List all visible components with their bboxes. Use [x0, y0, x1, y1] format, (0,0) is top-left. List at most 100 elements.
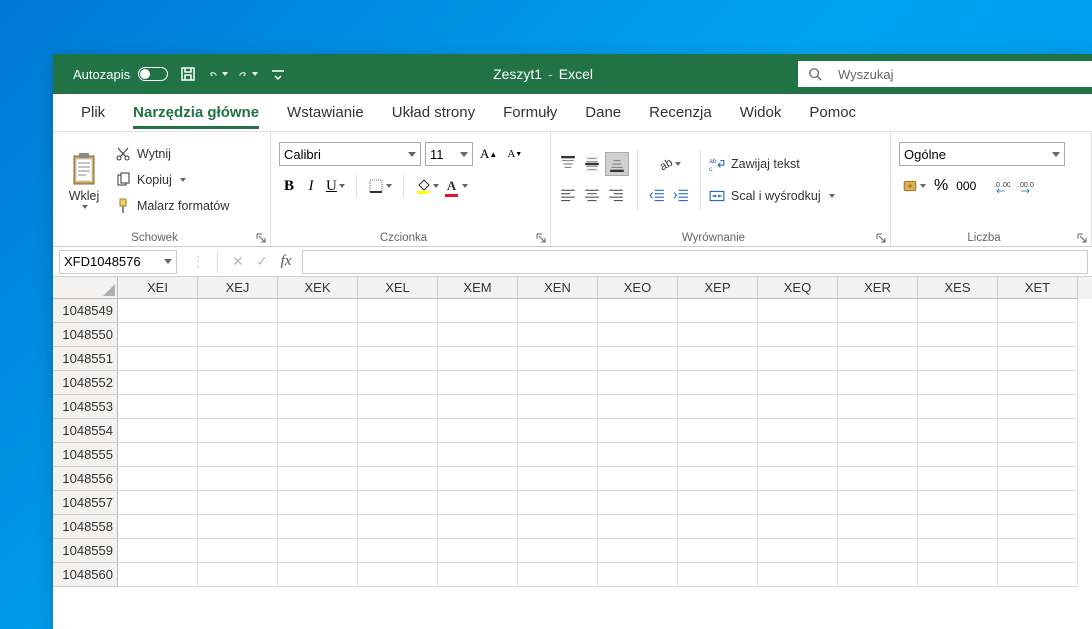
- name-box[interactable]: XFD1048576: [59, 250, 177, 274]
- increase-decimal-button[interactable]: .0.00: [991, 174, 1013, 198]
- bold-button[interactable]: B: [279, 174, 299, 198]
- cell[interactable]: [838, 395, 918, 419]
- cell[interactable]: [598, 443, 678, 467]
- cancel-formula-button[interactable]: ✕: [226, 250, 250, 274]
- cell[interactable]: [998, 371, 1078, 395]
- cell[interactable]: [598, 395, 678, 419]
- cell[interactable]: [118, 371, 198, 395]
- accounting-format-button[interactable]: [899, 174, 929, 198]
- column-header[interactable]: XEI: [118, 277, 198, 299]
- cell[interactable]: [278, 371, 358, 395]
- cell[interactable]: [358, 299, 438, 323]
- row-header[interactable]: 1048557: [53, 491, 118, 515]
- align-top-button[interactable]: [557, 152, 579, 176]
- font-launcher[interactable]: [536, 230, 548, 242]
- row-header[interactable]: 1048550: [53, 323, 118, 347]
- tab-view[interactable]: Widok: [726, 94, 796, 132]
- cell[interactable]: [918, 515, 998, 539]
- cell[interactable]: [598, 467, 678, 491]
- tab-data[interactable]: Dane: [571, 94, 635, 132]
- font-size-combo[interactable]: 11: [425, 142, 473, 166]
- font-name-combo[interactable]: Calibri: [279, 142, 421, 166]
- cell[interactable]: [118, 419, 198, 443]
- column-header[interactable]: XET: [998, 277, 1078, 299]
- cell[interactable]: [838, 515, 918, 539]
- cell[interactable]: [998, 515, 1078, 539]
- merge-center-button[interactable]: Scal i wyśrodkuj: [709, 184, 835, 208]
- cell[interactable]: [278, 563, 358, 587]
- undo-button[interactable]: [208, 64, 228, 84]
- tab-formulas[interactable]: Formuły: [489, 94, 571, 132]
- cell[interactable]: [998, 539, 1078, 563]
- paste-button[interactable]: Wklej: [59, 151, 109, 209]
- cell[interactable]: [278, 347, 358, 371]
- cell[interactable]: [998, 563, 1078, 587]
- cell[interactable]: [998, 467, 1078, 491]
- enter-formula-button[interactable]: ✓: [250, 250, 274, 274]
- cell[interactable]: [918, 467, 998, 491]
- cell[interactable]: [438, 467, 518, 491]
- cell[interactable]: [118, 563, 198, 587]
- cell[interactable]: [678, 419, 758, 443]
- align-bottom-button[interactable]: [605, 152, 629, 176]
- cell[interactable]: [918, 347, 998, 371]
- italic-button[interactable]: I: [301, 174, 321, 198]
- cell[interactable]: [518, 491, 598, 515]
- cell[interactable]: [358, 491, 438, 515]
- cell[interactable]: [918, 323, 998, 347]
- cell[interactable]: [438, 515, 518, 539]
- cell[interactable]: [598, 371, 678, 395]
- cell[interactable]: [358, 419, 438, 443]
- cell[interactable]: [838, 539, 918, 563]
- cell[interactable]: [118, 347, 198, 371]
- cell[interactable]: [918, 395, 998, 419]
- cell[interactable]: [278, 467, 358, 491]
- cell[interactable]: [918, 371, 998, 395]
- cell[interactable]: [758, 419, 838, 443]
- cell[interactable]: [838, 347, 918, 371]
- row-header[interactable]: 1048549: [53, 299, 118, 323]
- cell[interactable]: [438, 371, 518, 395]
- borders-button[interactable]: [365, 174, 395, 198]
- select-all-corner[interactable]: [53, 277, 118, 299]
- align-center-button[interactable]: [581, 184, 603, 208]
- cell[interactable]: [838, 443, 918, 467]
- column-header[interactable]: XEO: [598, 277, 678, 299]
- autosave-toggle[interactable]: Autozapis: [73, 67, 168, 82]
- cell[interactable]: [518, 467, 598, 491]
- cell[interactable]: [598, 299, 678, 323]
- cell[interactable]: [278, 419, 358, 443]
- cell[interactable]: [758, 539, 838, 563]
- cut-button[interactable]: Wytnij: [115, 143, 229, 165]
- cell[interactable]: [358, 323, 438, 347]
- tab-layout[interactable]: Układ strony: [378, 94, 489, 132]
- number-launcher[interactable]: [1077, 230, 1089, 242]
- column-header[interactable]: XES: [918, 277, 998, 299]
- cell[interactable]: [198, 443, 278, 467]
- fill-color-button[interactable]: [412, 174, 442, 198]
- align-right-button[interactable]: [605, 184, 627, 208]
- cell[interactable]: [998, 299, 1078, 323]
- cell[interactable]: [918, 299, 998, 323]
- number-format-combo[interactable]: Ogólne: [899, 142, 1065, 166]
- alignment-launcher[interactable]: [876, 230, 888, 242]
- cell[interactable]: [118, 515, 198, 539]
- cell[interactable]: [598, 323, 678, 347]
- cell[interactable]: [918, 491, 998, 515]
- cell[interactable]: [358, 443, 438, 467]
- cell[interactable]: [838, 323, 918, 347]
- cell[interactable]: [998, 491, 1078, 515]
- format-painter-button[interactable]: Malarz formatów: [115, 195, 229, 217]
- cell[interactable]: [678, 467, 758, 491]
- cell[interactable]: [358, 515, 438, 539]
- row-header[interactable]: 1048554: [53, 419, 118, 443]
- wrap-text-button[interactable]: abc Zawijaj tekst: [709, 152, 835, 176]
- cell[interactable]: [358, 347, 438, 371]
- cell[interactable]: [758, 323, 838, 347]
- cell[interactable]: [518, 299, 598, 323]
- cell[interactable]: [918, 563, 998, 587]
- cell[interactable]: [118, 539, 198, 563]
- tab-file[interactable]: Plik: [67, 94, 119, 132]
- decrease-font-button[interactable]: A▼: [504, 142, 525, 166]
- cell[interactable]: [198, 347, 278, 371]
